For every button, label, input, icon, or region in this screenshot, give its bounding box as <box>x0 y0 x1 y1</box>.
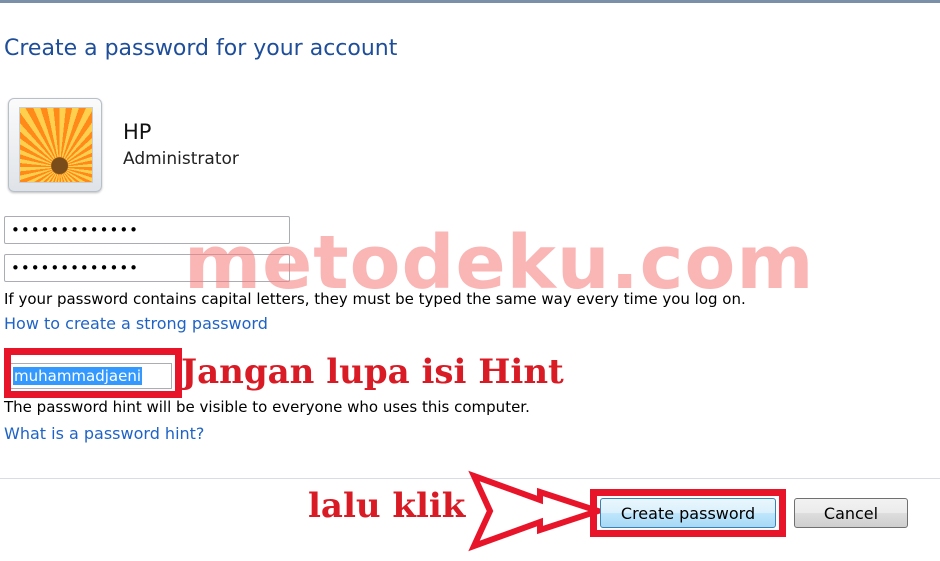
confirm-password-field[interactable] <box>4 254 290 282</box>
create-button-highlight-box <box>590 489 786 537</box>
hint-visibility-note: The password hint will be visible to eve… <box>4 398 530 416</box>
hint-highlight-box <box>4 348 182 398</box>
account-type: Administrator <box>123 149 239 169</box>
window-top-border <box>0 0 940 3</box>
strong-password-link[interactable]: How to create a strong password <box>4 314 268 333</box>
arrow-right-icon <box>468 470 606 552</box>
avatar <box>8 98 102 192</box>
account-name: HP <box>123 120 152 144</box>
hint-reminder-annotation: Jangan lupa isi Hint <box>181 352 564 392</box>
capital-letters-note: If your password contains capital letter… <box>4 290 746 308</box>
new-password-field[interactable] <box>4 216 290 244</box>
cancel-button[interactable]: Cancel <box>794 498 908 528</box>
password-hint-help-link[interactable]: What is a password hint? <box>4 424 204 443</box>
page-title: Create a password for your account <box>4 36 398 61</box>
click-instruction-annotation: lalu klik <box>308 486 466 526</box>
flower-picture-icon <box>19 107 93 183</box>
